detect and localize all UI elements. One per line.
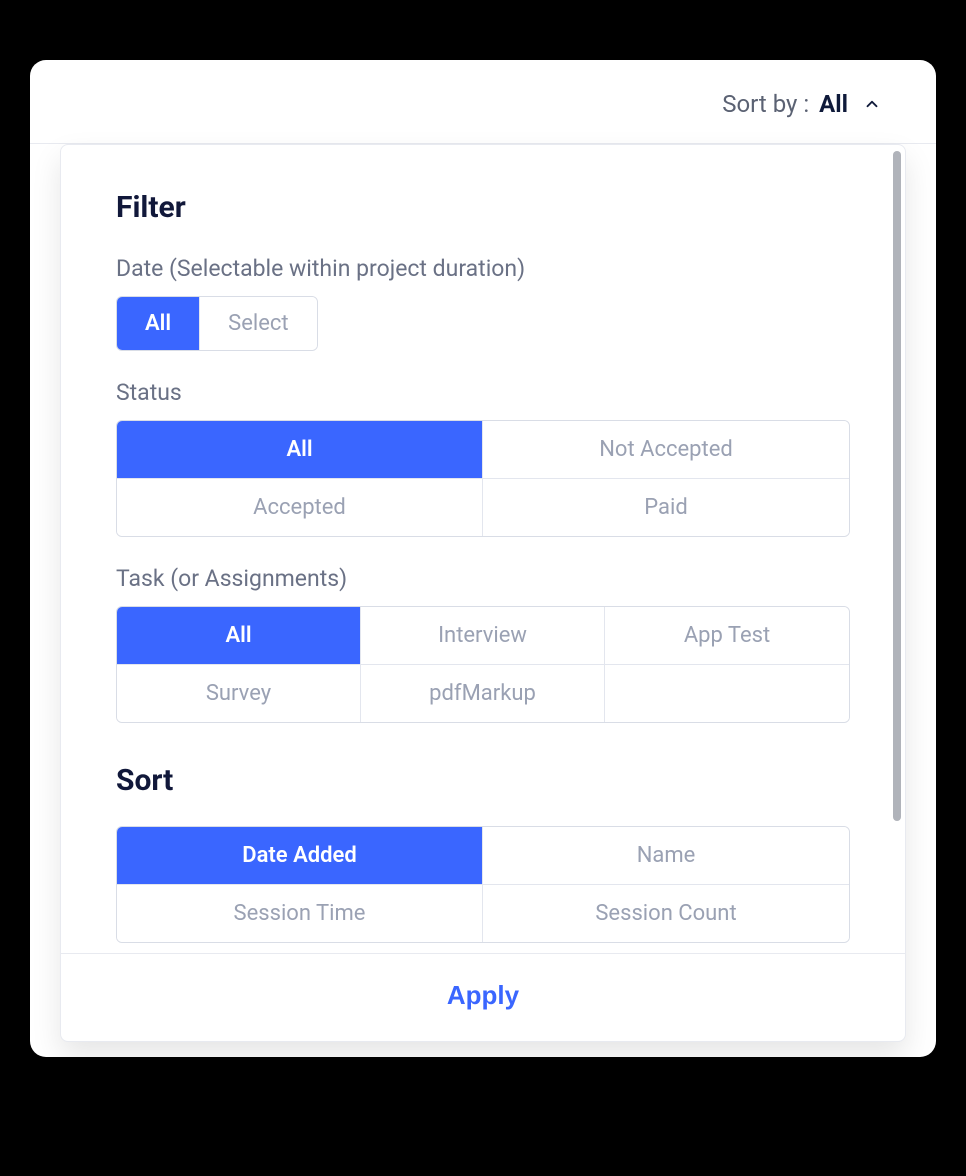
- app-window: Sort by : All Filter Date (Selectable wi…: [30, 60, 936, 1057]
- scrollbar[interactable]: [893, 151, 901, 821]
- sort-option-name[interactable]: Name: [483, 827, 849, 885]
- sort-by-value: All: [819, 90, 848, 118]
- status-group-label: Status: [116, 379, 850, 406]
- task-option-all[interactable]: All: [117, 607, 361, 665]
- status-option-all[interactable]: All: [117, 421, 483, 479]
- sort-option-session-time[interactable]: Session Time: [117, 885, 483, 942]
- task-option-interview[interactable]: Interview: [361, 607, 605, 665]
- date-group-label: Date (Selectable within project duration…: [116, 255, 850, 282]
- task-option-survey[interactable]: Survey: [117, 665, 361, 722]
- task-option-pdfmarkup[interactable]: pdfMarkup: [361, 665, 605, 722]
- date-option-select[interactable]: Select: [200, 297, 316, 350]
- panel-footer: Apply: [61, 953, 905, 1041]
- header-bar: Sort by : All: [30, 60, 936, 133]
- date-segmented: All Select: [116, 296, 318, 351]
- filter-heading: Filter: [116, 190, 850, 225]
- status-option-not-accepted[interactable]: Not Accepted: [483, 421, 849, 479]
- task-group-label: Task (or Assignments): [116, 565, 850, 592]
- sort-option-date-added[interactable]: Date Added: [117, 827, 483, 885]
- status-option-paid[interactable]: Paid: [483, 479, 849, 536]
- status-option-accepted[interactable]: Accepted: [117, 479, 483, 536]
- sort-heading: Sort: [116, 763, 850, 798]
- task-option-app-test[interactable]: App Test: [605, 607, 849, 665]
- sort-by-label: Sort by :: [722, 90, 809, 118]
- task-grid: All Interview App Test Survey pdfMarkup: [116, 606, 850, 723]
- sort-grid: Date Added Name Session Time Session Cou…: [116, 826, 850, 943]
- chevron-up-icon[interactable]: [858, 90, 886, 118]
- task-option-empty: [605, 665, 849, 722]
- status-grid: All Not Accepted Accepted Paid: [116, 420, 850, 537]
- apply-button[interactable]: Apply: [447, 980, 519, 1011]
- filter-sort-panel: Filter Date (Selectable within project d…: [60, 144, 906, 1042]
- date-option-all[interactable]: All: [117, 297, 200, 350]
- sort-option-session-count[interactable]: Session Count: [483, 885, 849, 942]
